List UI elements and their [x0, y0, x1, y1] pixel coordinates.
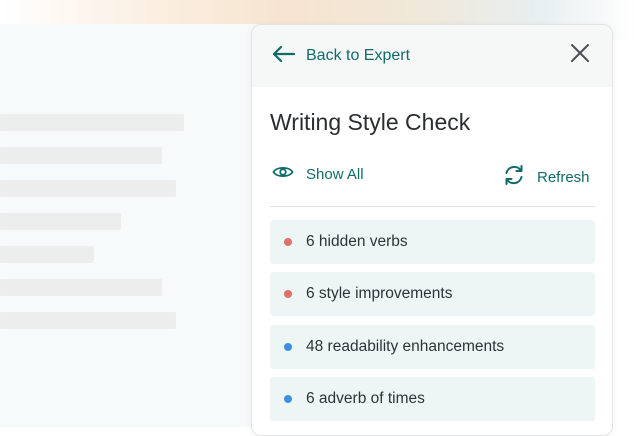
- placeholder-text-line: [0, 114, 184, 131]
- close-icon: [571, 44, 589, 62]
- status-dot-icon: [284, 290, 292, 298]
- refresh-icon: [502, 163, 526, 192]
- issue-item[interactable]: 6 style improvements: [270, 272, 595, 316]
- status-dot-icon: [284, 238, 292, 246]
- status-dot-icon: [284, 343, 292, 351]
- issue-item[interactable]: 6 adverb of times: [270, 377, 595, 421]
- issue-label: 6 hidden verbs: [306, 233, 408, 250]
- issue-label: 48 readability enhancements: [306, 338, 505, 355]
- show-all-button[interactable]: Show All: [272, 164, 364, 185]
- refresh-button[interactable]: Refresh: [502, 163, 590, 192]
- placeholder-text-line: [0, 147, 162, 164]
- back-to-expert-label: Back to Expert: [306, 47, 411, 64]
- issue-item[interactable]: 48 readability enhancements: [270, 325, 595, 369]
- eye-icon: [272, 164, 294, 185]
- back-to-expert-button[interactable]: Back to Expert: [270, 41, 410, 71]
- show-all-label: Show All: [306, 166, 364, 183]
- panel-title: Writing Style Check: [270, 109, 471, 135]
- placeholder-text-line: [0, 279, 162, 296]
- issue-label: 6 adverb of times: [306, 390, 425, 407]
- placeholder-text-line: [0, 180, 176, 197]
- panel-header: Back to Expert: [252, 25, 612, 87]
- issue-label: 6 style improvements: [306, 285, 453, 302]
- close-button[interactable]: [566, 39, 594, 67]
- refresh-label: Refresh: [537, 169, 590, 186]
- placeholder-text-line: [0, 312, 176, 329]
- divider: [270, 206, 595, 207]
- issue-item[interactable]: 6 hidden verbs: [270, 220, 595, 264]
- placeholder-text-line: [0, 213, 121, 230]
- status-dot-icon: [284, 395, 292, 403]
- writing-style-panel: Back to Expert Writing Style Check Show …: [251, 24, 613, 436]
- placeholder-text-line: [0, 246, 94, 263]
- document-placeholder-area: [0, 24, 260, 427]
- arrow-left-icon: [270, 44, 296, 69]
